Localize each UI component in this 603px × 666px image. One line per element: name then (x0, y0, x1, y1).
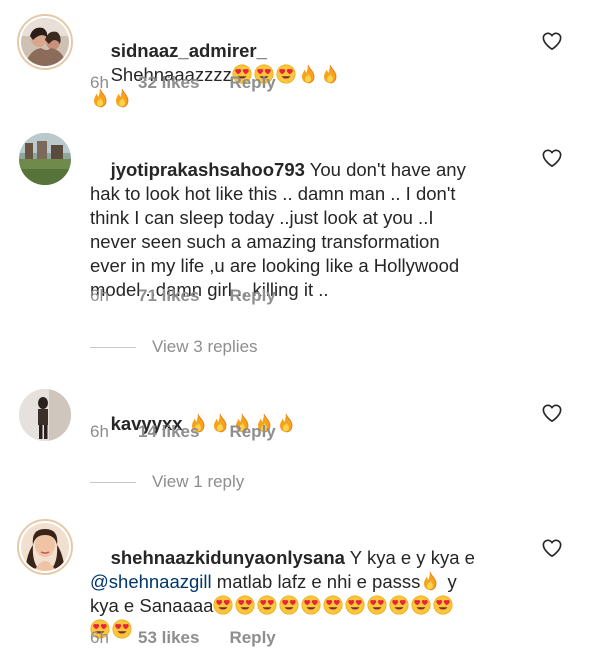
fire-emoji-icon (276, 413, 296, 433)
comment-time: 6h (90, 628, 109, 647)
heart-eyes-emoji-icon (279, 595, 299, 615)
fire-emoji-icon (420, 571, 440, 591)
fire-emoji-icon (320, 64, 340, 84)
replies-divider (90, 481, 136, 483)
view-replies-label[interactable]: View 3 replies (152, 337, 258, 357)
comment-meta: 6h 32 likes Reply (90, 73, 276, 93)
heart-eyes-emoji-icon (411, 595, 431, 615)
heart-eyes-emoji-icon (235, 595, 255, 615)
comment-likes[interactable]: 71 likes (138, 286, 199, 306)
comment-username[interactable]: jyotiprakashsahoo793 (111, 159, 305, 180)
reply-button[interactable]: Reply (229, 422, 275, 442)
comment-username[interactable]: shehnaazkidunyaonlysana (111, 547, 345, 568)
avatar[interactable] (19, 133, 71, 185)
heart-eyes-emoji-icon (257, 595, 277, 615)
heart-eyes-emoji-icon (433, 595, 453, 615)
avatar[interactable] (17, 519, 73, 575)
comment-likes[interactable]: 53 likes (138, 628, 199, 648)
heart-eyes-emoji-icon (345, 595, 365, 615)
heart-eyes-emoji-icon (301, 595, 321, 615)
reply-button[interactable]: Reply (229, 73, 275, 93)
view-replies[interactable]: View 3 replies (90, 337, 258, 357)
reply-button[interactable]: Reply (229, 628, 275, 648)
comment-meta: 6h 14 likes Reply (90, 422, 276, 442)
like-heart-icon[interactable] (541, 31, 563, 51)
view-replies-label[interactable]: View 1 reply (152, 472, 244, 492)
heart-eyes-emoji-icon (276, 64, 296, 84)
comment-likes[interactable]: 32 likes (138, 73, 199, 93)
like-heart-icon[interactable] (541, 403, 563, 423)
replies-divider (90, 346, 136, 348)
heart-eyes-emoji-icon (367, 595, 387, 615)
avatar[interactable] (17, 14, 73, 70)
mention-link[interactable]: @shehnaazgill (90, 571, 212, 592)
reply-button[interactable]: Reply (229, 286, 275, 306)
like-heart-icon[interactable] (541, 538, 563, 558)
comment-likes[interactable]: 14 likes (138, 422, 199, 442)
comment-time: 6h (90, 422, 109, 441)
comment-username[interactable]: sidnaaz_admirer_ (111, 40, 267, 61)
heart-eyes-emoji-icon (213, 595, 233, 615)
comment-time: 6h (90, 73, 109, 92)
comment-text: kya e Sanaaaa (90, 595, 214, 616)
heart-eyes-emoji-icon (323, 595, 343, 615)
like-heart-icon[interactable] (541, 148, 563, 168)
comment-text: Y kya e y kya e (349, 547, 475, 568)
comment-meta: 6h 71 likes Reply (90, 286, 276, 306)
heart-eyes-emoji-icon (389, 595, 409, 615)
comment-text: y (447, 571, 457, 592)
view-replies[interactable]: View 1 reply (90, 472, 244, 492)
avatar[interactable] (19, 389, 71, 441)
comment-text: You don't have any hak to look hot like … (90, 159, 466, 300)
fire-emoji-icon (298, 64, 318, 84)
comment-text: matlab lafz e nhi e passs (216, 571, 421, 592)
comment-meta: 6h 53 likes Reply (90, 628, 276, 648)
comment-time: 6h (90, 286, 109, 305)
